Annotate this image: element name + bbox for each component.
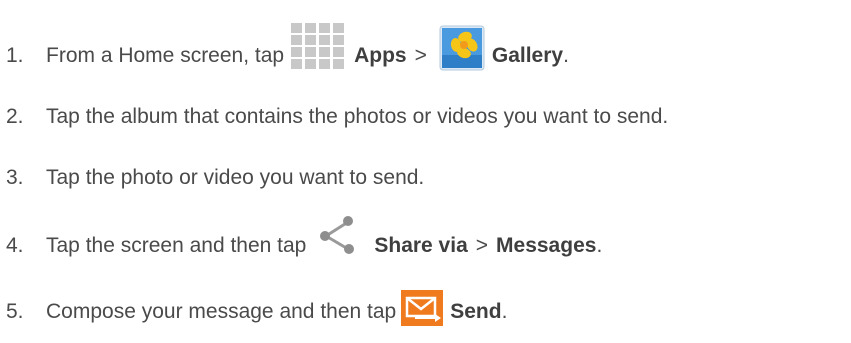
instruction-steps: 1. From a Home screen, tap Apps > Galler… <box>0 0 851 343</box>
period: . <box>501 300 508 323</box>
step-1: 1. From a Home screen, tap Apps > Galler… <box>6 23 569 71</box>
step-4: 4. Tap the screen and then tap Share via… <box>6 216 603 258</box>
share-via-label: Share via <box>374 234 468 257</box>
gallery-label: Gallery <box>491 44 564 67</box>
separator: > <box>414 44 427 67</box>
send-label: Send <box>450 300 502 323</box>
gallery-icon <box>439 25 485 71</box>
separator: > <box>475 234 489 257</box>
step-number: 2. <box>6 105 24 128</box>
step-number: 4. <box>6 234 24 257</box>
step-number: 5. <box>6 300 24 323</box>
period: . <box>596 234 603 257</box>
share-icon <box>318 214 358 256</box>
step-5: 5. Compose your message and then tap Sen… <box>6 284 508 326</box>
step-text: Compose your message and then tap <box>46 300 397 323</box>
apps-label: Apps <box>354 44 407 67</box>
step-number: 3. <box>6 166 24 189</box>
step-2: 2. Tap the album that contains the photo… <box>6 89 668 129</box>
period: . <box>563 44 569 67</box>
apps-grid-icon <box>289 21 347 71</box>
step-text: Tap the photo or video you want to send. <box>46 166 425 189</box>
step-text: Tap the screen and then tap <box>46 234 307 257</box>
step-number: 1. <box>6 44 24 67</box>
send-message-icon <box>401 290 444 326</box>
messages-label: Messages <box>496 234 597 257</box>
step-3: 3. Tap the photo or video you want to se… <box>6 150 424 190</box>
step-text: Tap the album that contains the photos o… <box>46 105 669 128</box>
step-text: From a Home screen, tap <box>46 44 285 67</box>
